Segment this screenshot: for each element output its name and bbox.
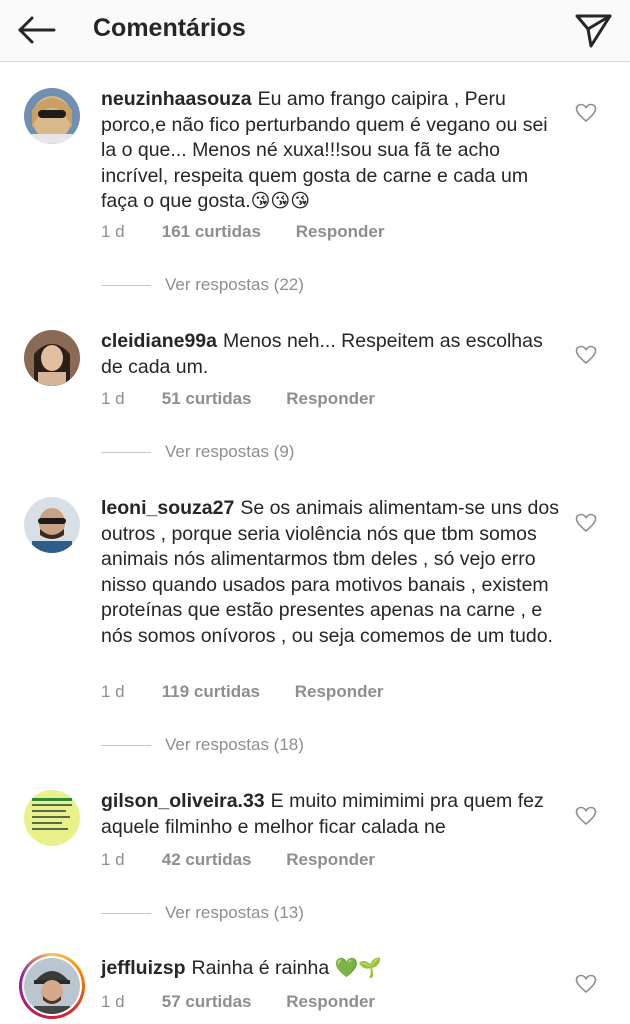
comment-time: 1 d — [101, 222, 125, 241]
comment-likes[interactable]: 119 curtidas — [162, 682, 260, 702]
comment-text: leoni_souza27 Se os animais alimentam-se … — [101, 496, 561, 649]
avatar[interactable] — [24, 330, 80, 386]
view-replies-label: Ver respostas (9) — [165, 442, 295, 461]
back-button[interactable] — [14, 10, 58, 50]
comment-text: gilson_oliveira.33 E muito mimimimi pra q… — [101, 789, 561, 840]
comment-likes[interactable]: 161 curtidas — [162, 222, 261, 242]
view-replies-label: Ver respostas (13) — [165, 903, 304, 922]
reply-button[interactable]: Responder — [295, 682, 384, 702]
comment-emoji: 😘😘😘 — [250, 191, 311, 212]
avatar[interactable] — [24, 790, 80, 846]
divider-line — [101, 913, 151, 915]
reply-button[interactable]: Responder — [286, 389, 375, 409]
view-replies-button[interactable]: Ver respostas (13) — [101, 903, 304, 923]
comment-likes[interactable]: 51 curtidas — [162, 389, 252, 409]
heart-outline-icon — [575, 345, 597, 365]
reply-button[interactable]: Responder — [286, 850, 375, 870]
story-ring[interactable] — [19, 953, 85, 1019]
heart-outline-icon — [575, 806, 597, 826]
view-replies-button[interactable]: Ver respostas (18) — [101, 735, 304, 755]
divider-line — [101, 452, 151, 454]
comment-username[interactable]: jeffluizsp — [101, 957, 186, 979]
comment-emoji: 💚🌱 — [334, 958, 382, 979]
reply-button[interactable]: Responder — [286, 992, 375, 1012]
comment-meta: 1 d 51 curtidas Responder — [101, 389, 375, 409]
comment-meta: 1 d 161 curtidas Responder — [101, 222, 385, 242]
comment-username[interactable]: cleidiane99a — [101, 330, 217, 352]
view-replies-button[interactable]: Ver respostas (22) — [101, 275, 304, 295]
comment-username[interactable]: neuzinhaasouza — [101, 88, 252, 110]
reply-button[interactable]: Responder — [296, 222, 385, 242]
avatar[interactable] — [24, 88, 80, 144]
comment-username[interactable]: leoni_souza27 — [101, 497, 234, 519]
comment-username[interactable]: gilson_oliveira.33 — [101, 790, 265, 812]
like-button[interactable] — [575, 513, 597, 533]
view-replies-label: Ver respostas (22) — [165, 275, 304, 294]
send-button[interactable] — [572, 8, 616, 52]
view-replies-label: Ver respostas (18) — [165, 735, 304, 754]
comment-likes[interactable]: 42 curtidas — [162, 850, 252, 870]
divider-line — [101, 285, 151, 287]
like-button[interactable] — [575, 974, 597, 994]
comment-time: 1 d — [101, 850, 125, 869]
heart-outline-icon — [575, 103, 597, 123]
comment-text: cleidiane99a Menos neh... Respeitem as es… — [101, 329, 561, 380]
arrow-left-icon — [18, 16, 56, 44]
like-button[interactable] — [575, 103, 597, 123]
comment-meta: 1 d 42 curtidas Responder — [101, 850, 375, 870]
comment-body: Rainha é rainha — [191, 957, 330, 979]
like-button[interactable] — [575, 345, 597, 365]
comment-time: 1 d — [101, 682, 125, 701]
like-button[interactable] — [575, 806, 597, 826]
comment-time: 1 d — [101, 389, 125, 408]
heart-outline-icon — [575, 974, 597, 994]
comment-text: neuzinhaasouza Eu amo frango caipira , Pe… — [101, 87, 561, 215]
comment-body: Se os animais alimentam-se uns dos outro… — [101, 497, 559, 647]
avatar[interactable] — [24, 497, 80, 553]
divider-line — [101, 745, 151, 747]
comment-meta: 1 d 57 curtidas Responder — [101, 992, 375, 1012]
top-bar: Comentários — [0, 0, 630, 62]
comment-time: 1 d — [101, 992, 125, 1011]
paper-plane-icon — [575, 14, 612, 48]
avatar — [24, 958, 80, 1014]
comment-text: jeffluizsp Rainha é rainha 💚🌱 — [101, 956, 561, 982]
heart-outline-icon — [575, 513, 597, 533]
comment-likes[interactable]: 57 curtidas — [162, 992, 252, 1012]
page-title: Comentários — [93, 14, 246, 42]
comment-meta: 1 d 119 curtidas Responder — [101, 682, 384, 702]
view-replies-button[interactable]: Ver respostas (9) — [101, 442, 294, 462]
